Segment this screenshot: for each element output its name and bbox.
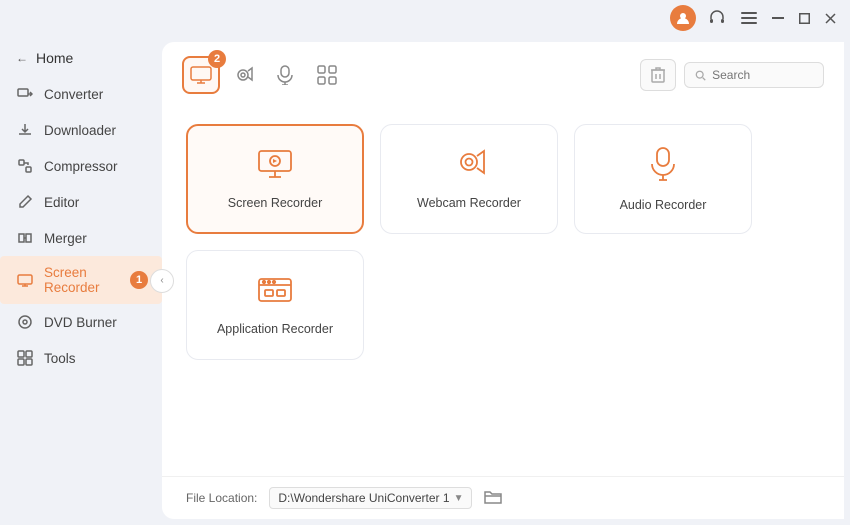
sidebar-item-tools[interactable]: Tools [0, 340, 162, 376]
sidebar-label-downloader: Downloader [44, 123, 116, 138]
sidebar-item-downloader[interactable]: Downloader [0, 112, 162, 148]
footer: File Location: D:\Wondershare UniConvert… [162, 476, 844, 519]
toolbar: 2 [162, 42, 844, 104]
sidebar-label-editor: Editor [44, 195, 79, 210]
sidebar-item-dvd-burner[interactable]: DVD Burner [0, 304, 162, 340]
close-button[interactable] [822, 10, 838, 26]
recorder-row-1: Screen Recorder Webcam Recorder [186, 124, 820, 234]
sidebar-item-compressor[interactable]: Compressor [0, 148, 162, 184]
sidebar-item-merger[interactable]: Merger [0, 220, 162, 256]
search-icon [695, 69, 706, 82]
webcam-recorder-card[interactable]: Webcam Recorder [380, 124, 558, 234]
menu-icon[interactable] [738, 7, 760, 29]
sidebar-label-merger: Merger [44, 231, 87, 246]
minimize-button[interactable] [770, 10, 786, 26]
open-folder-button[interactable] [484, 489, 502, 508]
sidebar-label-compressor: Compressor [44, 159, 118, 174]
merger-icon [16, 229, 34, 247]
editor-icon [16, 193, 34, 211]
audio-recorder-card-label: Audio Recorder [620, 198, 707, 212]
application-recorder-card-icon [257, 275, 293, 312]
sidebar-item-converter[interactable]: Converter [0, 76, 162, 112]
screen-recorder-card-icon [257, 149, 293, 186]
sidebar-label-dvd-burner: DVD Burner [44, 315, 117, 330]
application-recorder-card-label: Application Recorder [217, 322, 333, 336]
screen-recorder-card[interactable]: Screen Recorder [186, 124, 364, 234]
user-avatar[interactable] [670, 5, 696, 31]
file-location-value: D:\Wondershare UniConverter 1 [278, 491, 449, 505]
compressor-icon [16, 157, 34, 175]
headphones-icon[interactable] [706, 7, 728, 29]
audio-recorder-card-icon [649, 147, 677, 188]
downloader-icon [16, 121, 34, 139]
application-recorder-card[interactable]: Application Recorder [186, 250, 364, 360]
file-location-dropdown[interactable]: D:\Wondershare UniConverter 1 ▼ [269, 487, 472, 509]
recorder-row-2: Application Recorder [186, 250, 820, 360]
webcam-recorder-card-label: Webcam Recorder [417, 196, 521, 210]
screen-recorder-icon [16, 271, 34, 289]
toolbar-apps-btn[interactable] [308, 56, 346, 94]
toolbar-audio-btn[interactable] [266, 56, 304, 94]
audio-recorder-card[interactable]: Audio Recorder [574, 124, 752, 234]
converter-icon [16, 85, 34, 103]
search-input[interactable] [712, 68, 813, 82]
webcam-recorder-card-icon [452, 149, 486, 186]
collapse-sidebar-button[interactable]: ‹ [150, 269, 174, 293]
sidebar-label-tools: Tools [44, 351, 76, 366]
maximize-button[interactable] [796, 10, 812, 26]
screen-recorder-badge: 1 [130, 271, 148, 289]
file-location-label: File Location: [186, 491, 257, 505]
content-area: 2 [162, 42, 844, 519]
sidebar-item-screen-recorder[interactable]: Screen Recorder 1 [0, 256, 162, 304]
tools-icon [16, 349, 34, 367]
toolbar-webcam-btn[interactable] [224, 56, 262, 94]
home-label: Home [36, 50, 73, 66]
home-nav[interactable]: ← Home [0, 44, 162, 76]
toolbar-right [640, 59, 824, 91]
toolbar-screen-btn[interactable]: 2 [182, 56, 220, 94]
sidebar: ← Home Converter Downloader [0, 36, 162, 525]
trash-button[interactable] [640, 59, 676, 91]
dropdown-arrow-icon: ▼ [454, 493, 464, 504]
sidebar-item-editor[interactable]: Editor [0, 184, 162, 220]
back-arrow-icon: ← [16, 51, 28, 65]
dvd-burner-icon [16, 313, 34, 331]
search-box[interactable] [684, 62, 824, 88]
recorder-grid: Screen Recorder Webcam Recorder [162, 104, 844, 476]
sidebar-label-converter: Converter [44, 87, 103, 102]
screen-recorder-card-label: Screen Recorder [228, 196, 323, 210]
titlebar [0, 0, 850, 36]
